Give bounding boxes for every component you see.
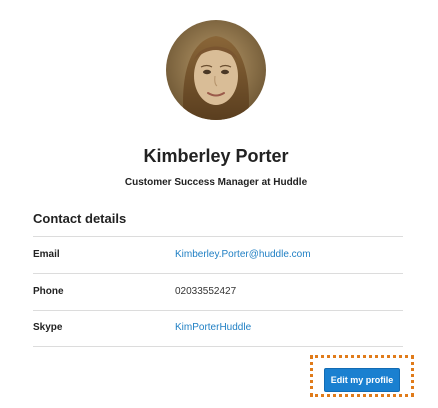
divider <box>33 273 403 274</box>
divider <box>33 236 403 237</box>
contact-details-heading: Contact details <box>33 211 127 226</box>
email-label: Email <box>33 249 60 260</box>
divider <box>33 310 403 311</box>
avatar <box>166 20 266 120</box>
phone-label: Phone <box>33 286 64 297</box>
email-link[interactable]: Kimberley.Porter@huddle.com <box>175 249 311 260</box>
skype-link[interactable]: KimPorterHuddle <box>175 322 251 333</box>
edit-profile-button[interactable]: Edit my profile <box>324 368 400 392</box>
phone-value: 02033552427 <box>175 286 237 297</box>
user-photo-icon <box>166 20 266 120</box>
skype-label: Skype <box>33 322 63 333</box>
job-title: Customer Success Manager at Huddle <box>124 177 308 188</box>
profile-name: Kimberley Porter <box>143 146 289 166</box>
divider <box>33 346 403 347</box>
